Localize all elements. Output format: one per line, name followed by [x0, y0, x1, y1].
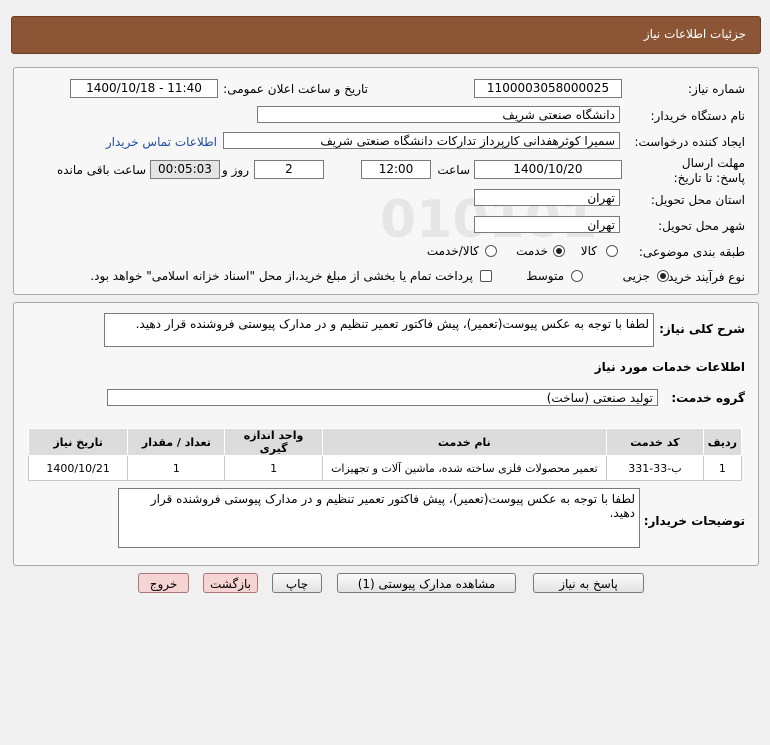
cell-quantity: 1: [127, 455, 226, 481]
cell-service-name: تعمیر محصولات فلزی ساخته شده، ماشین آلات…: [321, 455, 608, 481]
category-label: طبقه بندی موضوعی:: [638, 245, 745, 259]
cell-need-date: 1400/10/21: [27, 455, 129, 481]
service-group-label: گروه خدمت:: [671, 391, 745, 405]
services-heading: اطلاعات خدمات مورد نیاز: [594, 360, 745, 374]
process-radio-minor[interactable]: [657, 270, 669, 282]
process-option-minor: جزیی: [622, 269, 650, 283]
col-service-code: کد خدمت: [606, 428, 704, 456]
description-label: شرح کلی نیاز:: [659, 322, 745, 336]
city-label: شهر محل تحویل:: [658, 219, 745, 233]
col-service-name: نام خدمت: [321, 428, 608, 456]
category-radio-goods-service[interactable]: [485, 245, 497, 257]
process-type-label: نوع فرآیند خرید :: [660, 270, 745, 284]
category-option-goods: کالا: [580, 244, 597, 258]
respond-button[interactable]: پاسخ به نیاز: [533, 573, 644, 593]
info-panel: [13, 67, 759, 295]
page-title: جزئیات اطلاعات نیاز: [643, 27, 746, 41]
treasury-checkbox[interactable]: [480, 270, 492, 282]
deadline-time-field: 12:00: [361, 160, 431, 179]
remaining-time-field: 00:05:03: [150, 160, 220, 179]
category-option-service: خدمت: [516, 244, 548, 258]
days-field: 2: [254, 160, 324, 179]
deadline-label: مهلت ارسال پاسخ: تا تاریخ:: [673, 156, 745, 185]
province-label: استان محل تحویل:: [650, 193, 745, 207]
need-number-field: 1100003058000025: [474, 79, 622, 98]
announce-label: تاریخ و ساعت اعلان عمومی:: [223, 82, 368, 96]
process-radio-medium[interactable]: [571, 270, 583, 282]
services-table: ردیف کد خدمت نام خدمت واحد اندازه گیری ت…: [27, 428, 743, 481]
buyer-org-field: دانشگاه صنعتی شریف: [257, 106, 620, 123]
col-row-number: ردیف: [702, 428, 743, 456]
process-option-medium: متوسط: [526, 269, 564, 283]
city-field: تهران: [474, 216, 620, 233]
service-group-field: تولید صنعتی (ساخت): [107, 389, 658, 406]
contact-buyer-link[interactable]: اطلاعات تماس خریدار: [106, 135, 217, 149]
cell-row-number: 1: [702, 455, 743, 481]
category-option-goods-service: کالا/خدمت: [426, 244, 479, 258]
category-radio-goods[interactable]: [606, 245, 618, 257]
deadline-date-field: 1400/10/20: [474, 160, 622, 179]
description-textarea: لطفا با توجه به عکس پیوست(تعمیر)، پیش فا…: [104, 313, 654, 347]
requester-label: ایجاد کننده درخواست:: [634, 135, 745, 149]
need-number-label: شماره نیاز:: [688, 82, 745, 96]
back-button[interactable]: بازگشت: [203, 573, 258, 593]
remaining-label: ساعت باقی مانده: [56, 163, 146, 177]
col-quantity: تعداد / مقدار: [127, 428, 226, 456]
days-label: روز و: [222, 163, 249, 177]
province-field: تهران: [474, 189, 620, 206]
buyer-notes-textarea: لطفا با توجه به عکس پیوست(تعمیر)، پیش فا…: [118, 488, 640, 548]
cell-service-code: ب-33-331: [606, 455, 704, 481]
category-radio-service[interactable]: [553, 245, 565, 257]
col-need-date: تاریخ نیاز: [27, 428, 129, 456]
table-row: 1 ب-33-331 تعمیر محصولات فلزی ساخته شده،…: [27, 455, 743, 481]
cell-unit: 1: [224, 455, 323, 481]
buyer-org-label: نام دستگاه خریدار:: [650, 109, 746, 123]
buyer-notes-label: توضیحات خریدار:: [643, 514, 745, 528]
payment-note: پرداخت تمام یا بخشی از مبلغ خرید،از محل …: [90, 269, 473, 283]
table-header-row: ردیف کد خدمت نام خدمت واحد اندازه گیری ت…: [27, 428, 743, 456]
col-unit: واحد اندازه گیری: [224, 428, 323, 456]
requester-field: سمیرا کوثرهفدانی کارپرداز تدارکات دانشگا…: [223, 132, 620, 149]
exit-button[interactable]: خروج: [138, 573, 189, 593]
page-header: جزئیات اطلاعات نیاز: [11, 16, 761, 54]
deadline-time-label: ساعت: [437, 163, 470, 177]
print-button[interactable]: چاپ: [272, 573, 322, 593]
view-attachments-button[interactable]: مشاهده مدارک پیوستی (1): [337, 573, 516, 593]
announce-field: 1400/10/18 - 11:40: [70, 79, 218, 98]
